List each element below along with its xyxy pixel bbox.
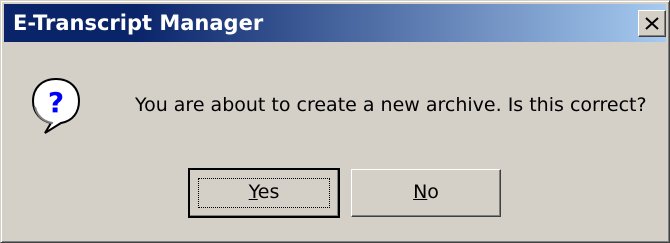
- yes-button-label: Yes: [248, 181, 280, 203]
- dialog-window: E-Transcript Manager ? You are about to …: [0, 0, 670, 243]
- close-button[interactable]: [638, 10, 666, 37]
- close-icon: [645, 17, 659, 30]
- svg-text:?: ?: [48, 86, 64, 119]
- title-bar[interactable]: E-Transcript Manager: [4, 4, 666, 42]
- question-icon: ?: [31, 77, 81, 134]
- no-button[interactable]: No: [351, 169, 501, 217]
- window-title: E-Transcript Manager: [13, 11, 264, 35]
- message-text: You are about to create a new archive. I…: [135, 94, 647, 116]
- yes-button[interactable]: Yes: [188, 168, 340, 218]
- no-button-label: No: [413, 181, 439, 203]
